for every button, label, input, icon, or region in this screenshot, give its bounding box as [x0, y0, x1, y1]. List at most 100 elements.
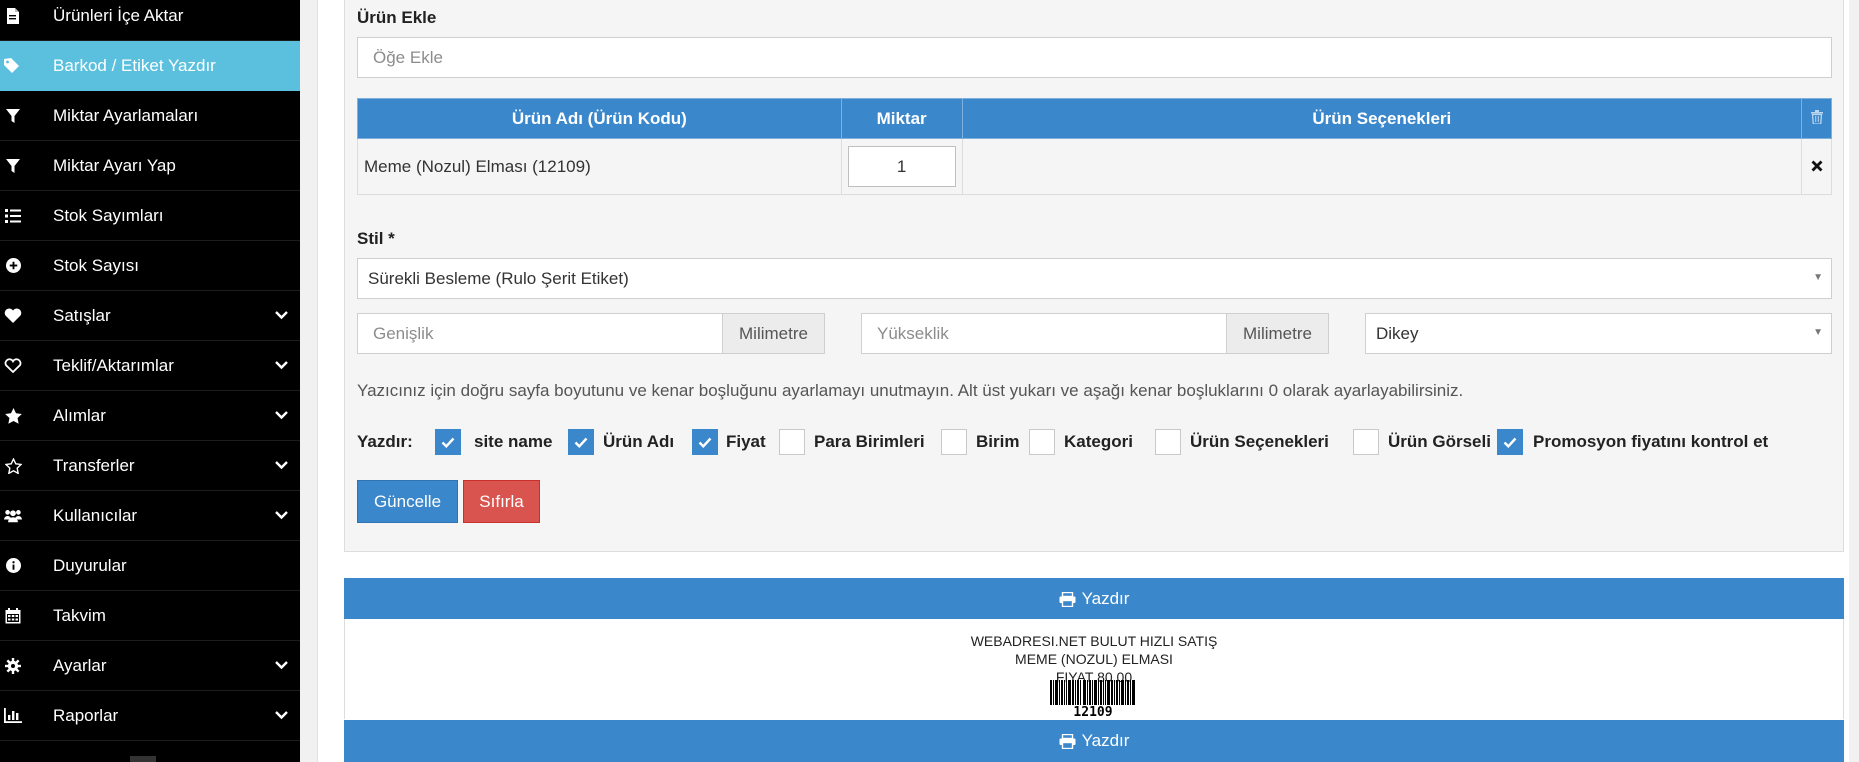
- sidebar-item-stock-counts[interactable]: Stok Sayımları: [0, 191, 300, 241]
- checkbox-product-name[interactable]: [568, 429, 594, 455]
- barcode-number: 12109: [1050, 705, 1136, 720]
- column-header-product-options: Ürün Seçenekleri: [961, 98, 1803, 139]
- sidebar-item-label: Satışlar: [53, 305, 111, 325]
- printer-icon: [1059, 733, 1076, 749]
- chevron-down-icon: [274, 309, 288, 323]
- star-outline-icon: [4, 457, 22, 475]
- height-input[interactable]: Yükseklik: [861, 313, 1227, 354]
- checkbox-currencies[interactable]: [779, 429, 805, 455]
- trash-header-cell[interactable]: [1801, 98, 1832, 139]
- sidebar-item-label: Barkod / Etiket Yazdır: [53, 56, 216, 75]
- checkmark-icon: [1503, 437, 1517, 448]
- print-button-label: Yazdır: [1081, 731, 1130, 750]
- orientation-select[interactable]: Dikey ▼: [1365, 313, 1832, 354]
- sidebar-item-purchases[interactable]: Alımlar: [0, 391, 300, 441]
- sidebar-item-label: Transferler: [53, 455, 135, 475]
- checkbox-category[interactable]: [1029, 429, 1055, 455]
- sidebar-item-sales[interactable]: Satışlar: [0, 291, 300, 341]
- print-button-top[interactable]: Yazdır: [344, 578, 1844, 620]
- column-header-product-name: Ürün Adı (Ürün Kodu): [357, 98, 842, 139]
- checkbox-label-site-name: site name: [474, 432, 553, 451]
- sidebar-item-reports[interactable]: Raporlar: [0, 691, 300, 741]
- sidebar-item-add-quantity-adjustment[interactable]: Miktar Ayarı Yap: [0, 141, 300, 191]
- orientation-select-value: Dikey: [1376, 323, 1419, 343]
- product-name-cell: Meme (Nozul) Elması (12109): [357, 138, 842, 195]
- add-item-input[interactable]: Öğe Ekle: [357, 37, 1832, 78]
- trash-icon: [1810, 109, 1823, 128]
- content-gutter: [300, 0, 318, 762]
- checkbox-label-product-image: Ürün Görseli: [1388, 432, 1491, 451]
- sidebar-item-label: Alımlar: [53, 405, 106, 425]
- sidebar-item-quotes[interactable]: Teklif/Aktarımlar: [0, 341, 300, 391]
- printer-icon: [1059, 591, 1076, 607]
- checkbox-label-product-name: Ürün Adı: [603, 432, 675, 451]
- sidebar-item-label: Takvim: [53, 605, 106, 625]
- chevron-down-icon: [274, 409, 288, 423]
- caret-down-icon: ▼: [1813, 272, 1823, 283]
- sidebar-item-import-products[interactable]: Ürünleri İçe Aktar: [0, 0, 300, 41]
- checkbox-product-options[interactable]: [1155, 429, 1181, 455]
- page-scrollbar[interactable]: [1849, 0, 1859, 762]
- sidebar-item-stock-count[interactable]: Stok Sayısı: [0, 241, 300, 291]
- quantity-cell: 1: [840, 138, 963, 195]
- sidebar-item-label: Stok Sayımları: [53, 205, 164, 225]
- sidebar-item-print-barcode[interactable]: Barkod / Etiket Yazdır: [0, 41, 300, 91]
- checkbox-label-category: Kategori: [1064, 432, 1133, 451]
- checkbox-site-name[interactable]: [435, 429, 461, 455]
- heart-icon: [4, 307, 22, 325]
- table-header-row: Ürün Adı (Ürün Kodu) Miktar Ürün Seçenek…: [357, 98, 1832, 139]
- product-options-cell: [961, 138, 1803, 195]
- style-select-value: Sürekli Besleme (Rulo Şerit Etiket): [368, 268, 629, 288]
- checkbox-product-image[interactable]: [1353, 429, 1379, 455]
- tags-icon: [4, 57, 22, 75]
- checkbox-label-unit: Birim: [976, 432, 1020, 451]
- update-button[interactable]: Güncelle: [357, 480, 458, 523]
- filter-icon: [4, 107, 22, 125]
- calendar-icon: [4, 607, 22, 625]
- filter-icon: [4, 157, 22, 175]
- style-select[interactable]: Sürekli Besleme (Rulo Şerit Etiket) ▼: [357, 258, 1832, 299]
- column-header-quantity: Miktar: [840, 98, 963, 139]
- sidebar: Ürünleri İçe Aktar Barkod / Etiket Yazdı…: [0, 0, 300, 762]
- sidebar-scroll-handle[interactable]: [130, 756, 156, 762]
- close-icon[interactable]: [1811, 157, 1823, 176]
- label-product-name: MEME (NOZUL) ELMASI: [1015, 651, 1173, 667]
- chevron-down-icon: [274, 359, 288, 373]
- chevron-down-icon: [274, 459, 288, 473]
- sidebar-item-transfers[interactable]: Transferler: [0, 441, 300, 491]
- table-row: Meme (Nozul) Elması (12109) 1: [357, 138, 1832, 195]
- sidebar-item-label: Ürünleri İçe Aktar: [53, 5, 184, 25]
- sidebar-item-calendar[interactable]: Takvim: [0, 591, 300, 641]
- sidebar-item-users[interactable]: Kullanıcılar: [0, 491, 300, 541]
- sidebar-item-quantity-adjustments[interactable]: Miktar Ayarlamaları: [0, 91, 300, 141]
- file-icon: [4, 7, 22, 25]
- sidebar-item-label: Stok Sayısı: [53, 255, 139, 275]
- label-site-name: WEBADRESI.NET BULUT HIZLI SATIŞ: [970, 633, 1218, 649]
- checkbox-unit[interactable]: [941, 429, 967, 455]
- sidebar-item-label: Miktar Ayarı Yap: [53, 155, 176, 175]
- sidebar-item-label: Kullanıcılar: [53, 505, 138, 525]
- star-icon: [4, 407, 22, 425]
- sidebar-item-label: Ayarlar: [53, 655, 107, 675]
- gear-icon: [4, 657, 22, 675]
- quantity-input[interactable]: 1: [847, 146, 956, 187]
- checkmark-icon: [441, 437, 455, 448]
- sidebar-item-settings[interactable]: Ayarlar: [0, 641, 300, 691]
- remove-row-cell[interactable]: [1801, 138, 1832, 195]
- sidebar-item-label: Duyurular: [53, 555, 127, 575]
- info-icon: [4, 557, 22, 575]
- checkmark-icon: [574, 437, 588, 448]
- chevron-down-icon: [274, 709, 288, 723]
- heart-outline-icon: [4, 357, 22, 375]
- checkbox-label-price: Fiyat: [726, 432, 766, 451]
- list-icon: [4, 207, 22, 225]
- width-input[interactable]: Genişlik: [357, 313, 723, 354]
- chevron-down-icon: [274, 659, 288, 673]
- reset-button[interactable]: Sıfırla: [463, 480, 540, 523]
- sidebar-item-announcements[interactable]: Duyurular: [0, 541, 300, 591]
- print-button-label: Yazdır: [1081, 589, 1130, 608]
- print-button-bottom[interactable]: Yazdır: [344, 720, 1844, 762]
- print-options-label: Yazdır:: [357, 432, 413, 451]
- checkbox-price[interactable]: [692, 429, 718, 455]
- checkbox-promotion-price[interactable]: [1497, 429, 1523, 455]
